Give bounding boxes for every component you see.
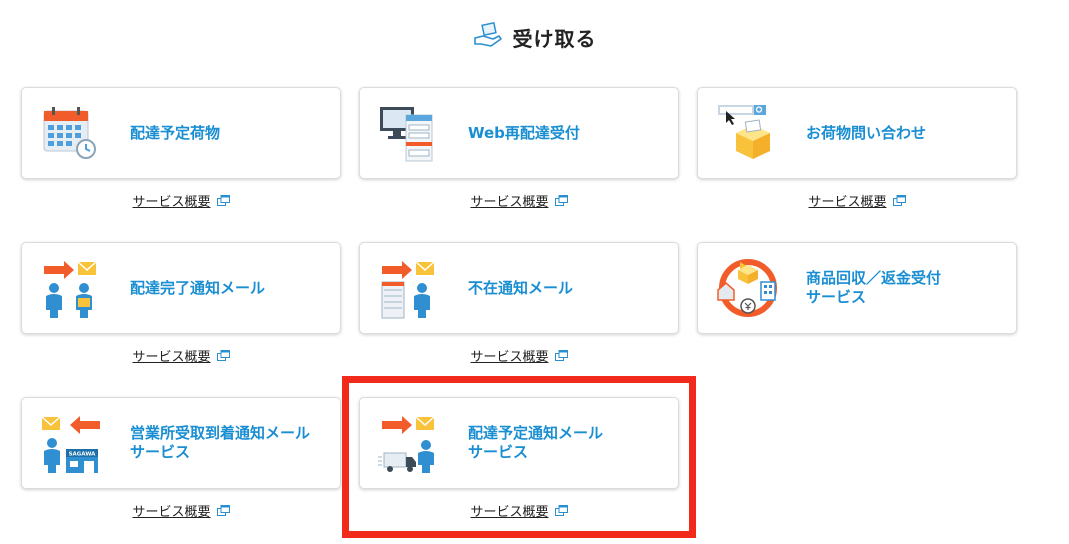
- computer-form-icon: [378, 101, 442, 165]
- service-item: 不在通知メール サービス概要: [359, 242, 679, 382]
- service-item: SAGAWA 営業所受取到着通知メール サービス サービス概要: [21, 397, 341, 537]
- service-label: Web再配達受付: [468, 123, 580, 142]
- external-link-icon: [554, 501, 568, 520]
- service-item: Web再配達受付 サービス概要: [359, 87, 679, 227]
- delivery-schedule-mail-icon: [378, 411, 442, 475]
- service-overview-link[interactable]: サービス概要: [132, 501, 210, 520]
- service-label: お荷物問い合わせ: [806, 123, 927, 142]
- service-overview: サービス概要: [21, 501, 341, 520]
- external-link-icon: [216, 191, 230, 210]
- service-card-office-pickup-arrival-mail[interactable]: SAGAWA 営業所受取到着通知メール サービス: [21, 397, 341, 489]
- service-grid: 配達予定荷物 サービス概要 Web再配達受付 サービス概要 お荷物問い合わせ サ…: [0, 0, 1069, 544]
- service-overview: サービス概要: [21, 191, 341, 210]
- service-item: 配達予定荷物 サービス概要: [21, 87, 341, 227]
- external-link-icon: [216, 346, 230, 365]
- delivery-complete-mail-icon: [40, 256, 104, 320]
- service-item: 商品回収／返金受付 サービス: [697, 242, 1017, 382]
- collection-refund-icon: [716, 256, 780, 320]
- service-label: 商品回収／返金受付 サービス: [806, 269, 942, 306]
- search-package-icon: [716, 101, 780, 165]
- service-item: 配達完了通知メール サービス概要: [21, 242, 341, 382]
- service-overview: サービス概要: [359, 346, 679, 365]
- service-card-package-inquiry[interactable]: お荷物問い合わせ: [697, 87, 1017, 179]
- service-label: 配達予定荷物: [130, 123, 221, 142]
- service-overview: サービス概要: [697, 191, 1017, 210]
- service-card-web-redelivery[interactable]: Web再配達受付: [359, 87, 679, 179]
- calendar-icon: [40, 101, 104, 165]
- external-link-icon: [554, 346, 568, 365]
- service-card-collection-refund[interactable]: 商品回収／返金受付 サービス: [697, 242, 1017, 334]
- service-card-delivery-complete-mail[interactable]: 配達完了通知メール: [21, 242, 341, 334]
- service-overview-link[interactable]: サービス概要: [132, 346, 210, 365]
- service-label: 配達完了通知メール: [130, 278, 266, 297]
- service-overview-link[interactable]: サービス概要: [470, 501, 548, 520]
- service-label: 営業所受取到着通知メール サービス: [130, 424, 311, 461]
- service-overview: サービス概要: [359, 191, 679, 210]
- service-overview-link[interactable]: サービス概要: [470, 191, 548, 210]
- absence-mail-icon: [378, 256, 442, 320]
- service-overview-link[interactable]: サービス概要: [808, 191, 886, 210]
- service-overview: サービス概要: [359, 501, 679, 520]
- service-card-delivery-schedule-packages[interactable]: 配達予定荷物: [21, 87, 341, 179]
- sagawa-badge: SAGAWA: [69, 452, 97, 458]
- service-label: 不在通知メール: [468, 278, 574, 297]
- service-item: 配達予定通知メール サービス サービス概要: [359, 397, 679, 537]
- service-label: 配達予定通知メール サービス: [468, 424, 604, 461]
- service-card-absence-mail[interactable]: 不在通知メール: [359, 242, 679, 334]
- service-overview: サービス概要: [21, 346, 341, 365]
- external-link-icon: [554, 191, 568, 210]
- service-overview-link[interactable]: サービス概要: [470, 346, 548, 365]
- office-pickup-mail-icon: SAGAWA: [40, 411, 104, 475]
- external-link-icon: [892, 191, 906, 210]
- service-item: お荷物問い合わせ サービス概要: [697, 87, 1017, 227]
- external-link-icon: [216, 501, 230, 520]
- service-overview-link[interactable]: サービス概要: [132, 191, 210, 210]
- service-card-delivery-schedule-mail[interactable]: 配達予定通知メール サービス: [359, 397, 679, 489]
